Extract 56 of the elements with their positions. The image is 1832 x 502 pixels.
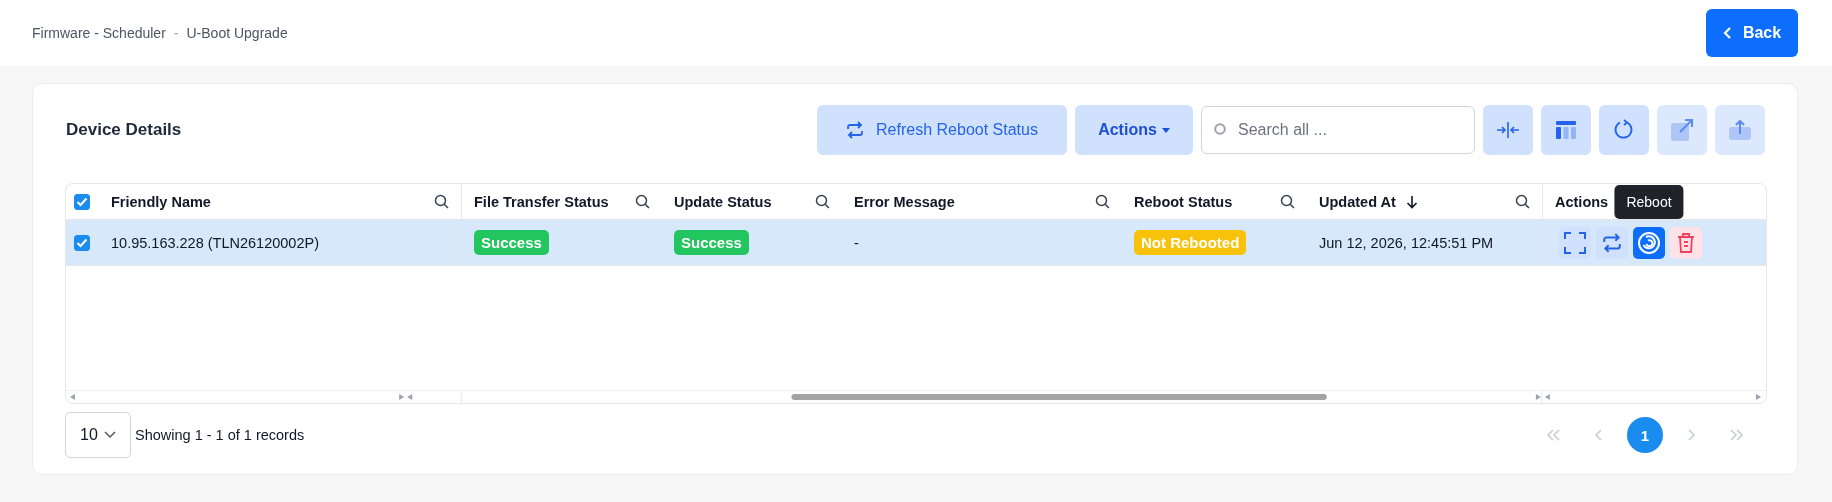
page-size-dropdown[interactable]: 10: [65, 412, 131, 458]
reload-button[interactable]: [1599, 105, 1649, 155]
column-header[interactable]: Updated At: [1319, 193, 1396, 210]
search-icon[interactable]: [1095, 194, 1110, 209]
breadcrumb-separator: -: [173, 25, 179, 41]
search-icon[interactable]: [635, 194, 650, 209]
expand-button[interactable]: [1559, 226, 1591, 259]
search-icon[interactable]: [1280, 194, 1295, 209]
status-badge: Success: [474, 230, 549, 255]
actions-dropdown-button[interactable]: Actions: [1075, 105, 1193, 155]
horizontal-scrollbar[interactable]: [66, 390, 1766, 403]
search-icon[interactable]: [815, 194, 830, 209]
columns-button[interactable]: [1541, 105, 1591, 155]
sort-down-arrow-icon[interactable]: [1405, 194, 1418, 209]
search-field[interactable]: Search all ...: [1201, 106, 1475, 154]
column-header[interactable]: Error Message: [854, 193, 955, 210]
chevron-down-icon: [104, 431, 116, 439]
search-icon: [1214, 123, 1228, 137]
spiral-icon: [1637, 230, 1661, 255]
expand-corners-icon: [1564, 231, 1586, 254]
column-header[interactable]: Friendly Name: [111, 193, 211, 210]
card-title: Device Details: [65, 120, 183, 140]
swap-arrows-icon: [846, 121, 865, 139]
double-chevron-icon: [1728, 428, 1746, 442]
swap-arrows-icon: [1602, 232, 1622, 253]
records-summary: Showing 1 - 1 of 1 records: [135, 427, 305, 443]
column-header[interactable]: Reboot Status: [1134, 193, 1233, 210]
column-header[interactable]: Actions: [1555, 193, 1609, 210]
collapse-arrows-icon: [1496, 121, 1520, 139]
caret-down-icon: [1161, 127, 1170, 133]
external-link-icon: [1670, 118, 1694, 142]
status-badge: Not Rebooted: [1134, 230, 1247, 255]
double-chevron-icon: [1544, 428, 1562, 442]
table-cell: -: [854, 234, 859, 251]
collapse-button[interactable]: [1483, 105, 1533, 155]
tooltip: Reboot: [1614, 184, 1684, 219]
column-header[interactable]: File Transfer Status: [474, 193, 609, 210]
chevron-left-icon: [1722, 26, 1733, 40]
column-header[interactable]: Update Status: [674, 193, 772, 210]
row-checkbox[interactable]: [74, 234, 90, 251]
refresh-reboot-status-button[interactable]: Refresh Reboot Status: [817, 105, 1067, 155]
search-icon[interactable]: [1515, 194, 1530, 209]
breadcrumb-item[interactable]: Firmware - Scheduler: [32, 25, 166, 41]
table-cell: 10.95.163.228 (TLN26120002P): [111, 234, 319, 251]
reload-icon: [1613, 119, 1635, 141]
status-badge: Success: [674, 230, 749, 255]
breadcrumb-item: U-Boot Upgrade: [186, 25, 288, 41]
search-icon[interactable]: [434, 194, 449, 209]
columns-icon: [1555, 120, 1577, 140]
trash-icon: [1676, 231, 1696, 254]
upload-icon: [1728, 119, 1752, 141]
retry-button[interactable]: [1596, 226, 1628, 259]
delete-button[interactable]: [1670, 226, 1702, 259]
table-cell: Jun 12, 2026, 12:45:51 PM: [1319, 234, 1494, 251]
select-all-checkbox[interactable]: [74, 193, 90, 210]
back-button[interactable]: Back: [1706, 9, 1798, 57]
